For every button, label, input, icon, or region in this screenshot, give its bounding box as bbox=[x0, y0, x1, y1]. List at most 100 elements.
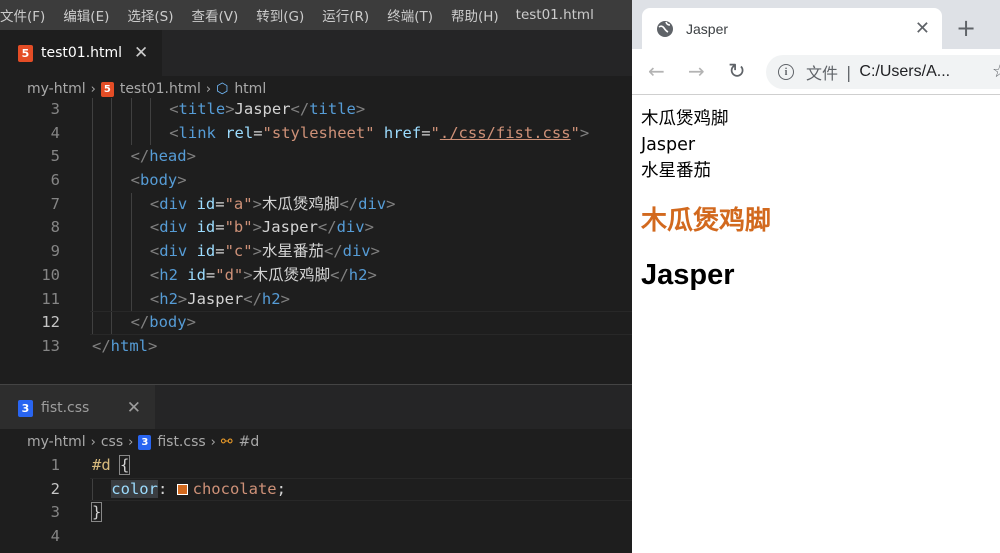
info-icon[interactable]: i bbox=[778, 64, 794, 80]
breadcrumb-file[interactable]: fist.css bbox=[157, 434, 205, 450]
css-file-icon: 3 bbox=[18, 399, 33, 417]
close-icon[interactable]: ✕ bbox=[127, 398, 141, 418]
code-token: </ bbox=[130, 147, 150, 166]
line-number: 4 bbox=[50, 123, 60, 142]
code-text: <h2 id="d">木瓜煲鸡脚</h2> bbox=[150, 264, 377, 288]
line-number: 5 bbox=[50, 147, 60, 166]
browser-toolbar: ← → ↻ i 文件 | C:/Users/A... ☆ bbox=[632, 49, 1000, 95]
breadcrumb-folder[interactable]: my-html bbox=[27, 81, 86, 97]
code-token: > bbox=[367, 265, 377, 284]
indent-guide bbox=[92, 263, 93, 288]
code-text: </html> bbox=[92, 335, 157, 359]
code-line[interactable]: 4 bbox=[0, 525, 632, 549]
code-token: < bbox=[149, 242, 160, 261]
code-editor-css[interactable]: 1 #d {2 color: chocolate; 3} 4 bbox=[0, 454, 632, 553]
code-token: > bbox=[186, 313, 196, 332]
code-line[interactable]: 9 <div id="c">水星番茄</div> bbox=[0, 240, 632, 264]
back-arrow-icon[interactable]: ← bbox=[648, 59, 665, 83]
menu-edit[interactable]: 编辑(E) bbox=[54, 5, 118, 25]
code-token: </ bbox=[92, 336, 111, 355]
indent-guide bbox=[92, 287, 93, 312]
css-file-icon: 3 bbox=[138, 434, 152, 450]
bookmark-star-icon[interactable]: ☆ bbox=[992, 61, 1000, 82]
code-line[interactable]: 7 <div id="a">木瓜煲鸡脚</div> bbox=[0, 192, 632, 217]
menu-run[interactable]: 运行(R) bbox=[313, 5, 378, 25]
code-editor-html[interactable]: 3 <title>Jasper</title> 4 <link rel="styles… bbox=[0, 98, 632, 384]
address-scheme-label: 文件 bbox=[806, 64, 839, 83]
code-line[interactable]: 6 <body> bbox=[0, 169, 632, 193]
close-icon[interactable]: ✕ bbox=[134, 43, 148, 63]
code-token: </ bbox=[323, 242, 343, 261]
code-token: ; bbox=[276, 479, 286, 498]
div-b: Jasper bbox=[641, 135, 696, 155]
code-text: <body> bbox=[131, 169, 187, 193]
tab-fist-css[interactable]: 3 fist.css ✕ bbox=[0, 385, 156, 431]
menu-view[interactable]: 查看(V) bbox=[183, 5, 248, 25]
code-token: div bbox=[336, 218, 365, 237]
forward-arrow-icon[interactable]: → bbox=[688, 59, 705, 83]
new-tab-plus-icon[interactable]: + bbox=[956, 14, 976, 42]
indent-guide bbox=[111, 98, 113, 122]
line-number: 3 bbox=[50, 100, 60, 118]
code-token: " bbox=[570, 123, 580, 142]
div-a: 木瓜煲鸡脚 bbox=[641, 109, 729, 129]
code-text: <div id="c">水星番茄</div> bbox=[150, 240, 380, 264]
indent-guide bbox=[111, 240, 113, 264]
breadcrumb-file[interactable]: test01.html bbox=[120, 81, 201, 97]
code-line[interactable]: 2 color: chocolate; bbox=[0, 477, 632, 502]
breadcrumb-symbol[interactable]: html bbox=[234, 81, 266, 97]
reload-icon[interactable]: ↻ bbox=[728, 59, 746, 83]
indent-guide bbox=[111, 311, 113, 335]
code-line[interactable]: 5 </head> bbox=[0, 145, 632, 170]
code-line[interactable]: 8 <div id="b">Jasper</div> bbox=[0, 216, 632, 241]
code-text: <h2>Jasper</h2> bbox=[150, 288, 290, 312]
code-token: = bbox=[421, 123, 431, 142]
code-text: </head> bbox=[131, 145, 196, 169]
code-token: > bbox=[252, 242, 262, 261]
menu-terminal[interactable]: 终端(T) bbox=[378, 5, 442, 25]
code-line[interactable]: 1 #d { bbox=[0, 454, 632, 478]
code-token: div bbox=[159, 218, 197, 237]
html-file-icon: 5 bbox=[100, 81, 114, 97]
close-icon[interactable]: ✕ bbox=[915, 18, 930, 39]
code-token: id bbox=[196, 194, 216, 213]
indent-guide bbox=[92, 477, 93, 502]
code-token: < bbox=[169, 100, 179, 118]
code-line[interactable]: 13 </html> bbox=[0, 335, 632, 359]
code-token: Jasper bbox=[187, 289, 244, 308]
breadcrumb-symbol[interactable]: #d bbox=[239, 434, 260, 450]
tab-test01-html[interactable]: 5 test01.html ✕ bbox=[0, 30, 163, 76]
code-line[interactable]: 12 </body> bbox=[0, 311, 632, 335]
address-bar[interactable]: i 文件 | C:/Users/A... bbox=[766, 55, 1000, 89]
code-token: Jasper bbox=[234, 100, 291, 118]
menu-go[interactable]: 转到(G) bbox=[247, 5, 313, 25]
code-token: > bbox=[186, 147, 196, 166]
browser-tab[interactable]: Jasper ✕ bbox=[642, 8, 942, 49]
breadcrumb-subfolder[interactable]: css bbox=[101, 434, 123, 450]
code-token: href bbox=[383, 123, 422, 142]
code-token: = bbox=[215, 194, 225, 213]
indent-guide bbox=[92, 145, 93, 170]
code-line[interactable]: 10 <h2 id="d">木瓜煲鸡脚</h2> bbox=[0, 263, 632, 288]
code-token: div bbox=[159, 242, 197, 261]
code-token: </ bbox=[243, 289, 262, 308]
code-line[interactable]: 11 <h2>Jasper</h2> bbox=[0, 287, 632, 312]
code-token: > bbox=[355, 100, 366, 118]
menu-help[interactable]: 帮助(H) bbox=[442, 5, 508, 25]
tab-label: fist.css bbox=[41, 400, 90, 416]
indent-guide bbox=[92, 98, 93, 122]
code-line[interactable]: 4 <link rel="stylesheet" href="./css/fist… bbox=[0, 121, 632, 146]
menu-file[interactable]: 文件(F) bbox=[0, 5, 54, 25]
line-number: 7 bbox=[50, 194, 60, 213]
address-url: C:/Users/A... bbox=[859, 63, 951, 80]
code-line[interactable]: 3 <title>Jasper</title> bbox=[0, 98, 632, 122]
menu-selection[interactable]: 选择(S) bbox=[118, 5, 182, 25]
code-token: </ bbox=[290, 100, 310, 118]
code-line[interactable]: 3} bbox=[0, 501, 632, 525]
vscode-window: 文件(F) 编辑(E) 选择(S) 查看(V) 转到(G) 运行(R) 终端(T… bbox=[0, 0, 632, 553]
color-swatch-icon[interactable] bbox=[176, 483, 188, 495]
breadcrumb-folder[interactable]: my-html bbox=[27, 434, 86, 450]
code-token: </ bbox=[317, 218, 337, 237]
code-token: title bbox=[178, 100, 226, 118]
code-token: "b" bbox=[224, 218, 253, 237]
